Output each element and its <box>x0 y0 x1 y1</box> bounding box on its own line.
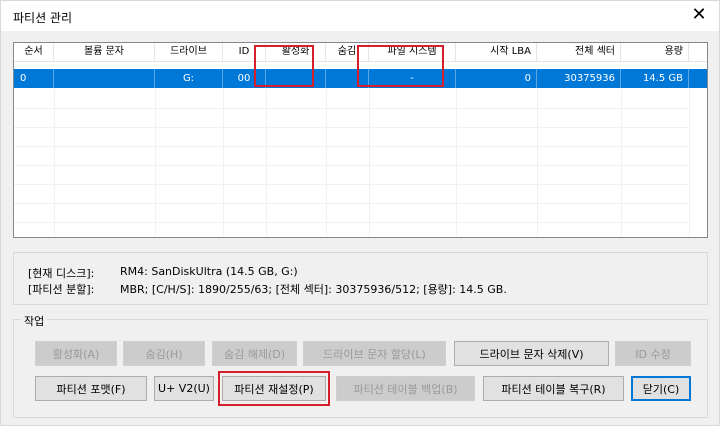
actions-group <box>13 319 708 418</box>
column-header-start-lba[interactable]: 시작 LBA <box>456 43 537 61</box>
grid-line <box>456 89 457 237</box>
grid-line <box>537 89 538 237</box>
grid-line <box>369 89 370 237</box>
grid-line <box>155 89 156 237</box>
modify-id-button[interactable]: ID 수정 <box>615 341 691 366</box>
column-header-capacity[interactable]: 용량 <box>621 43 689 61</box>
column-header-order[interactable]: 순서 <box>14 43 54 61</box>
title-bar: 파티션 관리 ✕ <box>1 1 719 31</box>
window-title: 파티션 관리 <box>13 11 73 25</box>
actions-group-title: 작업 <box>21 313 48 329</box>
active-column-highlight <box>254 45 314 87</box>
column-header-drive[interactable]: 드라이브 <box>155 43 223 61</box>
cell-start-lba: 0 <box>456 69 537 88</box>
grid-line <box>14 222 689 223</box>
current-disk-label: [현재 디스크]: <box>28 267 95 280</box>
grid-line <box>689 89 690 237</box>
grid-line <box>14 165 689 166</box>
partition-scheme-value: MBR; [C/H/S]: 1890/255/63; [전체 섹터]: 3037… <box>120 283 507 296</box>
activate-button[interactable]: 활성화(A) <box>35 341 117 366</box>
close-icon[interactable]: ✕ <box>689 5 709 25</box>
cell-volume-letter <box>54 69 155 88</box>
restore-partition-table-button[interactable]: 파티션 테이블 복구(R) <box>483 376 624 401</box>
grid-line <box>14 108 689 109</box>
partition-scheme-label: [파티션 분할]: <box>28 283 95 296</box>
grid-line <box>54 89 55 237</box>
partition-manager-window: 파티션 관리 ✕ 순서 볼륨 문자 드라이브 ID 활성화 숨김 파일 시스템 … <box>0 0 720 426</box>
unhide-button[interactable]: 숨김 해제(D) <box>212 341 297 366</box>
assign-drive-letter-button[interactable]: 드라이브 문자 할당(L) <box>303 341 446 366</box>
remove-drive-letter-button[interactable]: 드라이브 문자 삭제(V) <box>454 341 609 366</box>
grid-line <box>14 146 689 147</box>
grid-line <box>223 89 224 237</box>
cell-order: 0 <box>14 69 54 88</box>
column-header-volume-letter[interactable]: 볼륨 문자 <box>54 43 155 61</box>
grid-line <box>14 127 689 128</box>
reset-partition-highlight <box>218 371 330 406</box>
hide-button[interactable]: 숨김(H) <box>123 341 205 366</box>
current-disk-value: RM4: SanDiskUltra (14.5 GB, G:) <box>120 265 298 278</box>
grid-line <box>266 89 267 237</box>
column-header-total-sectors[interactable]: 전체 섹터 <box>537 43 621 61</box>
close-button[interactable]: 닫기(C) <box>631 376 691 401</box>
cell-capacity: 14.5 GB <box>621 69 689 88</box>
grid-line <box>326 89 327 237</box>
backup-partition-table-button[interactable]: 파티션 테이블 백업(B) <box>336 376 475 401</box>
cell-total-sectors: 30375936 <box>537 69 621 88</box>
format-partition-button[interactable]: 파티션 포맷(F) <box>35 376 147 401</box>
grid-line <box>14 203 689 204</box>
disk-info-panel: [현재 디스크]: RM4: SanDiskUltra (14.5 GB, G:… <box>13 252 708 305</box>
u-plus-v2-button[interactable]: U+ V2(U) <box>154 376 214 401</box>
cell-drive: G: <box>155 69 223 88</box>
grid-line <box>14 184 689 185</box>
grid-line <box>621 89 622 237</box>
file-system-column-highlight <box>357 45 444 87</box>
